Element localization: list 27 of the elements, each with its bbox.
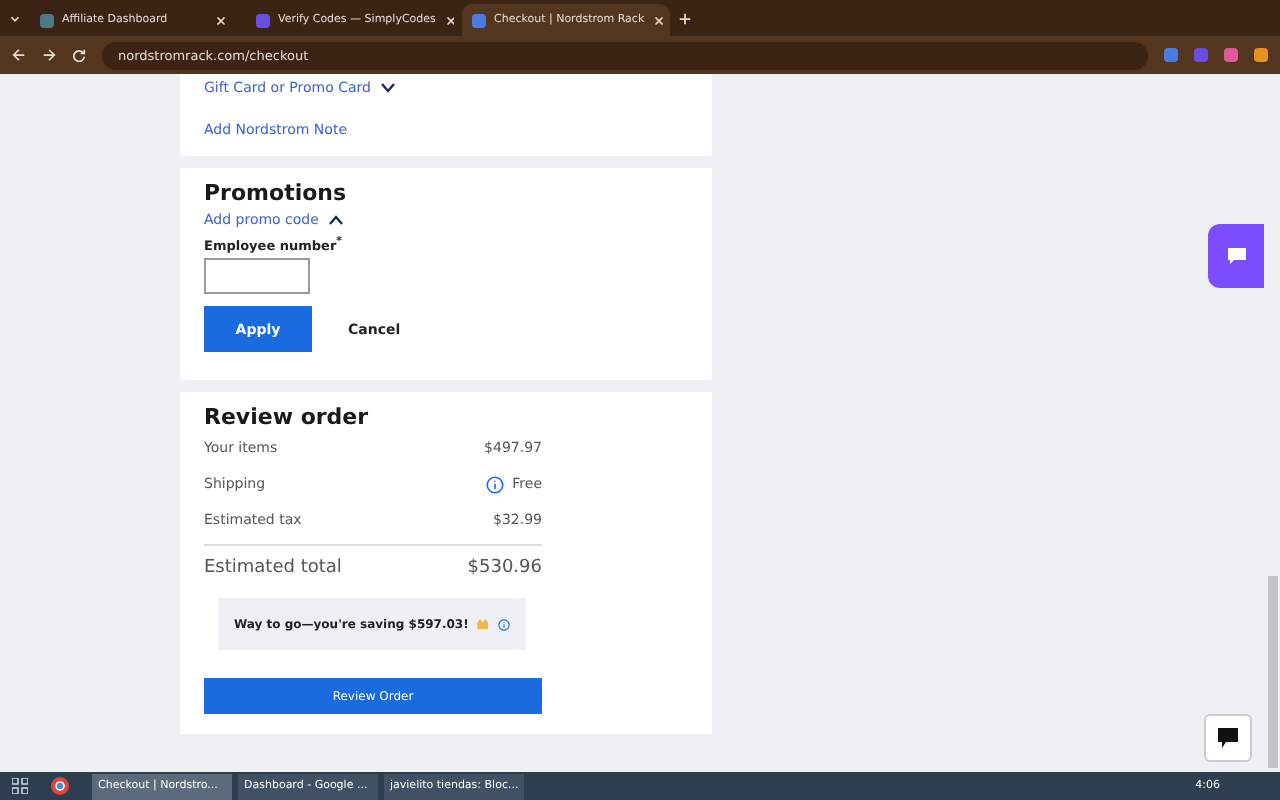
- back-icon[interactable]: [12, 48, 26, 62]
- favicon-icon: [40, 13, 54, 27]
- feedback-button[interactable]: [1204, 714, 1252, 762]
- favicon-icon: [256, 13, 270, 27]
- start-icon[interactable]: [12, 778, 28, 794]
- scrollbar-thumb[interactable]: [1268, 576, 1278, 768]
- message-icon: [1218, 728, 1238, 748]
- close-icon[interactable]: [214, 13, 228, 27]
- chat-widget-button[interactable]: [1208, 224, 1264, 288]
- section-title: Review order: [204, 404, 371, 430]
- browser-icon[interactable]: [50, 776, 70, 796]
- profile-icon[interactable]: [1254, 48, 1268, 62]
- close-icon[interactable]: [652, 13, 667, 27]
- forward-icon[interactable]: [42, 48, 56, 62]
- new-tab-icon[interactable]: [678, 11, 692, 25]
- info-icon[interactable]: [498, 615, 510, 633]
- section-title: Promotions: [204, 180, 349, 206]
- caret-icon[interactable]: [8, 11, 22, 25]
- info-icon[interactable]: [486, 475, 505, 493]
- chat-icon: [1225, 246, 1247, 266]
- close-icon[interactable]: [443, 13, 454, 27]
- raised-hands-icon: [476, 614, 490, 634]
- favicon-icon: [472, 13, 486, 27]
- total-value: $530.96: [467, 558, 542, 578]
- total-label: Estimated total: [204, 558, 342, 578]
- employee-number-field[interactable]: [204, 258, 310, 294]
- reload-icon[interactable]: [72, 48, 86, 62]
